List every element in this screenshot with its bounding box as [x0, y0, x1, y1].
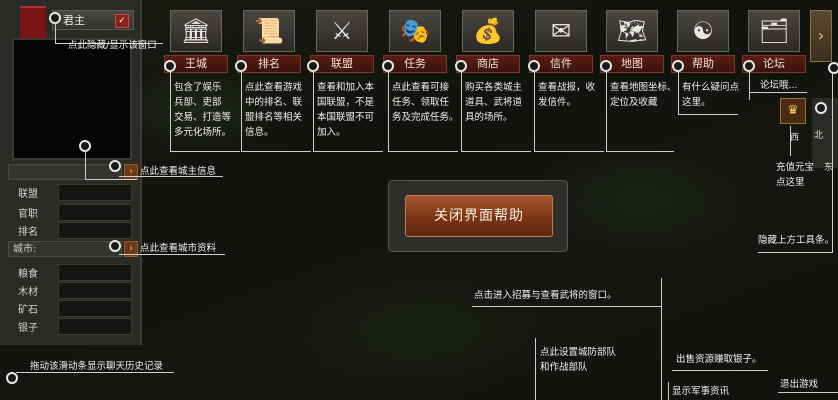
note-hide-toolbar: 隐藏上方工具条。: [758, 235, 835, 246]
resource-silver: 银子: [8, 318, 136, 335]
note-chat-history: 拖动该滑动条显示聊天历史记录: [30, 361, 164, 372]
close-help-frame: 关闭界面帮助: [388, 180, 568, 252]
note-ditu: 查看地图坐标、 定位及收藏: [610, 82, 677, 108]
map-icon: 🗺: [606, 10, 658, 52]
callout-dot: [109, 160, 121, 172]
note-renwu: 点此查看可接 任务、领取任 务及完成任务。: [392, 82, 459, 123]
note-sell: 出售资源赚取银子。: [676, 354, 762, 365]
forum-icon: 🗂: [748, 10, 800, 52]
field-alliance: 联盟: [8, 184, 136, 201]
note-bangzhu: 有什么疑问点 这里。: [682, 82, 740, 108]
note-exit: 退出游戏: [780, 379, 819, 390]
resource-ore: 矿石: [8, 300, 136, 317]
crossed-swords-icon: ⚔: [316, 10, 368, 52]
mask-icon: 🎭: [389, 10, 441, 52]
note-xinjian: 查看战报，收 发信件。: [538, 82, 596, 108]
field-rank-title: 官职: [8, 204, 136, 221]
field-ranking: 排名: [8, 222, 136, 239]
sphinx-statue-icon: 🏛: [170, 10, 222, 52]
note-lianmeng: 查看和加入本 国联盟，不是 本国联盟不可 加入。: [317, 82, 375, 138]
resource-grain: 粮食: [8, 264, 136, 281]
note-shangdian: 购买各类城主 道具、武将道 具的场所。: [465, 82, 523, 123]
note-toggle-window: 点此隐藏/显示该窗口: [68, 40, 157, 51]
lord-tab[interactable]: 君主 ✓: [52, 10, 134, 30]
note-luntan: 论坛哦...: [760, 80, 798, 91]
callout-dot: [109, 240, 121, 252]
note-defense: 点此设置城防部队 和作战部队: [540, 347, 617, 373]
note-lord-info: 点此查看城主信息: [140, 166, 217, 177]
toolbar-scroll-right-button[interactable]: ›: [810, 10, 832, 62]
compass-north: 北: [814, 131, 824, 141]
city-select[interactable]: 城市:: [8, 241, 122, 257]
yin-yang-icon: ☯: [677, 10, 729, 52]
toolbar-label: 联盟: [310, 55, 374, 73]
note-wangcheng: 包含了娱乐 兵部、吏部 交易、打造等 多元化场所。: [174, 82, 232, 138]
letter-icon: ✉: [535, 10, 587, 52]
lord-name-field: [8, 164, 122, 180]
compass-west: 西: [790, 133, 800, 143]
crown-icon[interactable]: ♛: [780, 98, 806, 124]
callout-dot[interactable]: [6, 372, 18, 384]
note-yuanbao: 充值元宝 点这里: [776, 162, 815, 188]
scroll-icon: 📜: [243, 10, 295, 52]
gold-ingot-icon: 💰: [462, 10, 514, 52]
resource-wood: 木材: [8, 282, 136, 299]
lord-info-arrow-button[interactable]: ›: [124, 164, 138, 180]
hide-panel-checkbox[interactable]: ✓: [115, 14, 129, 28]
lord-tab-label: 君主: [63, 14, 85, 27]
close-help-button[interactable]: 关闭界面帮助: [405, 195, 553, 237]
lord-portrait[interactable]: [12, 38, 132, 160]
note-paiming: 点此查看游戏 中的排名、联 盟排名等相关 信息。: [245, 82, 303, 138]
note-recruit: 点击进入招募与查看武将的窗口。: [474, 290, 617, 301]
note-military: 显示军事资讯: [672, 386, 730, 397]
note-city-info: 点此查看城市资料: [140, 243, 217, 254]
